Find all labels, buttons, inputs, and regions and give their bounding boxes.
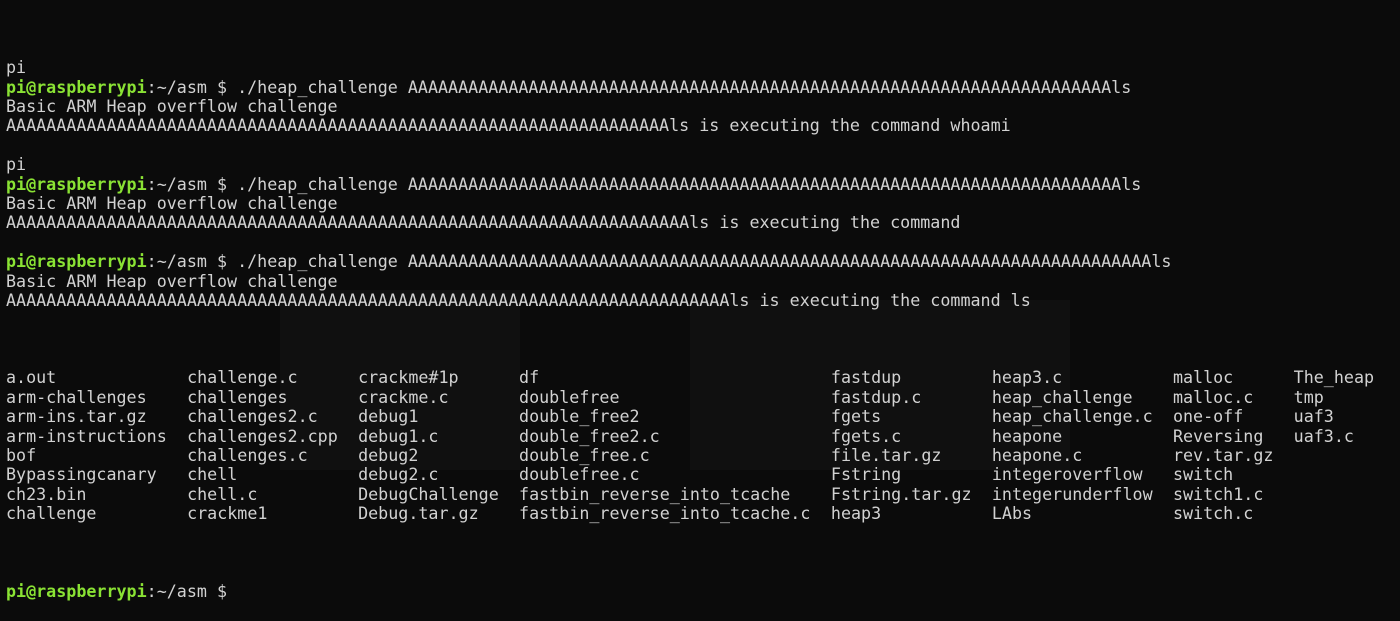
ls-file-entry: bof (6, 445, 37, 466)
ls-file-entry: arm-ins.tar.gz (6, 406, 147, 427)
ls-file-entry: arm-instructions (6, 425, 167, 446)
ls-file-entry: fgets (830, 406, 882, 427)
ls-file-entry: heap3.c (991, 367, 1063, 388)
ls-file-entry: fastbin_reverse_into_tcache.c (519, 503, 811, 524)
terminal-history: pi pi@raspberrypi:~/asm $ ./heap_challeng… (6, 39, 1400, 330)
prompt-userhost: pi@raspberrypi (6, 251, 147, 272)
ls-file-entry: df (519, 367, 540, 388)
ls-file-entry: chell.c (187, 483, 258, 504)
prompt-line: pi@raspberrypi:~/asm $ ./heap_challenge … (6, 76, 1400, 97)
ls-file-entry: switch1.c (1172, 483, 1264, 504)
ls-column: a.out arm-challenges arm-ins.tar.gz arm-ins… (6, 367, 167, 524)
ls-file-entry: heapone (991, 425, 1063, 446)
output-line: pi (6, 154, 27, 175)
ls-file-entry: integerunderflow (991, 483, 1153, 504)
ls-file-entry: crackme.c (358, 386, 449, 407)
ls-file-entry: malloc (1172, 367, 1234, 388)
ls-file-entry: uaf3.c (1293, 425, 1354, 446)
ls-file-entry: Reversing (1172, 425, 1264, 446)
prompt-path: :~/asm $ (146, 580, 238, 601)
ls-file-entry: fastbin_reverse_into_tcache (519, 483, 791, 504)
prompt-userhost: pi@raspberrypi (6, 76, 147, 97)
ls-file-entry: fastdup (830, 367, 902, 388)
prompt-path: :~/asm $ (146, 76, 238, 97)
output-line: AAAAAAAAAAAAAAAAAAAAAAAAAAAAAAAAAAAAAAAA… (6, 115, 1011, 136)
ls-file-entry: Debug.tar.gz (358, 503, 479, 524)
ls-file-entry: ch23.bin (6, 483, 87, 504)
ls-file-entry: challenges2.cpp (187, 425, 338, 446)
ls-file-entry: heap3 (830, 503, 882, 524)
output-line: Basic ARM Heap overflow challenge (6, 270, 338, 291)
ls-listing: a.out arm-challenges arm-ins.tar.gz arm-ins… (6, 368, 1400, 543)
prompt-path: :~/asm $ (146, 173, 238, 194)
ls-column: df doublefree double_free2 double_free2.c do… (519, 367, 811, 524)
ls-file-entry: challenges (187, 386, 288, 407)
ls-file-entry: double_free.c (519, 445, 650, 466)
terminal-current-prompt[interactable]: pi@raspberrypi:~/asm $ (6, 580, 1400, 601)
output-line: Basic ARM Heap overflow challenge (6, 95, 338, 116)
ls-file-entry: malloc.c (1172, 386, 1254, 407)
ls-file-entry: fastdup.c (830, 386, 922, 407)
ls-file-entry: crackme1 (187, 503, 268, 524)
ls-file-entry: DebugChallenge (358, 483, 499, 504)
ls-file-entry: double_free2 (519, 406, 640, 427)
ls-file-entry: Fstring.tar.gz (830, 483, 972, 504)
ls-file-entry: debug1.c (358, 425, 439, 446)
output-line: pi (6, 57, 27, 78)
ls-file-entry: arm-challenges (6, 386, 147, 407)
ls-file-entry: file.tar.gz (830, 445, 942, 466)
ls-file-entry: crackme#1p (358, 367, 459, 388)
output-line: AAAAAAAAAAAAAAAAAAAAAAAAAAAAAAAAAAAAAAAA… (6, 289, 1031, 310)
ls-file-entry: doublefree (519, 386, 620, 407)
ls-column: challenge.c challenges challenges2.c challe… (187, 367, 338, 524)
ls-file-entry: heapone.c (991, 445, 1083, 466)
ls-file-entry: rev.tar.gz (1172, 445, 1274, 466)
ls-column: crackme#1p crackme.c debug1 debug1.c debug2 d… (358, 367, 499, 524)
terminal-output[interactable]: pi pi@raspberrypi:~/asm $ ./heap_challeng… (6, 0, 1400, 621)
ls-file-entry: challenge (6, 503, 97, 524)
ls-file-entry: challenges.c (187, 445, 308, 466)
command-text: ./heap_challenge AAAAAAAAAAAAAAAAAAAAAAA… (237, 173, 1142, 194)
prompt-path: :~/asm $ (146, 251, 238, 272)
ls-file-entry: LAbs (991, 503, 1033, 524)
ls-file-entry: debug2 (358, 445, 419, 466)
prompt-userhost: pi@raspberrypi (6, 580, 147, 601)
output-line: Basic ARM Heap overflow challenge (6, 192, 338, 213)
ls-column: heap3.c heap_challenge heap_challenge.c hea… (991, 367, 1153, 524)
ls-file-entry: heap_challenge (991, 386, 1133, 407)
ls-file-entry: fgets.c (830, 425, 902, 446)
ls-file-entry: tmp (1293, 386, 1324, 407)
ls-file-entry: a.out (6, 367, 57, 388)
prompt-line: pi@raspberrypi:~/asm $ ./heap_challenge … (6, 251, 1400, 272)
command-text: ./heap_challenge AAAAAAAAAAAAAAAAAAAAAAA… (237, 76, 1132, 97)
ls-file-entry: switch.c (1172, 503, 1254, 524)
ls-file-entry: uaf3 (1293, 406, 1334, 427)
ls-column: The_heap tmp uaf3 uaf3.c (1294, 368, 1374, 446)
prompt-userhost: pi@raspberrypi (6, 173, 147, 194)
command-text: ./heap_challenge AAAAAAAAAAAAAAAAAAAAAAA… (237, 251, 1172, 272)
output-line: AAAAAAAAAAAAAAAAAAAAAAAAAAAAAAAAAAAAAAAA… (6, 212, 961, 233)
ls-file-entry: debug1 (358, 406, 419, 427)
ls-file-entry: one-off (1172, 406, 1244, 427)
ls-file-entry: double_free2.c (519, 425, 660, 446)
ls-file-entry: The_heap (1293, 367, 1375, 388)
ls-column: malloc malloc.c one-off Reversing rev.tar.gz… (1172, 367, 1274, 524)
ls-file-entry: challenges2.c (187, 406, 318, 427)
ls-file-entry: heap_challenge.c (991, 406, 1153, 427)
ls-column: fastdup fastdup.c fgets fgets.c file.tar.gz F… (830, 367, 972, 524)
ls-file-entry: challenge.c (187, 367, 298, 388)
prompt-line: pi@raspberrypi:~/asm $ ./heap_challenge … (6, 173, 1400, 194)
